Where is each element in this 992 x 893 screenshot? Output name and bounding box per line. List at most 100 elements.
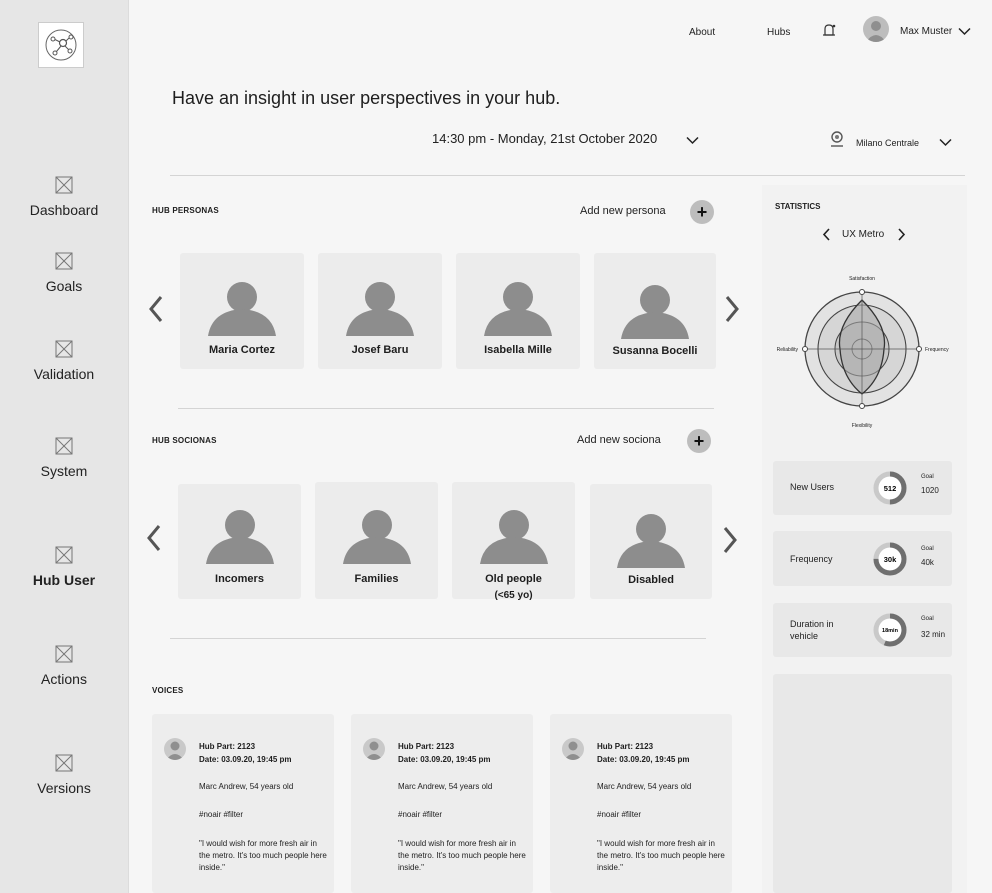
persona-card[interactable]: Josef Baru xyxy=(318,253,442,369)
placeholder-x-icon xyxy=(55,252,73,270)
voice-card[interactable]: Hub Part: 2123 Date: 03.09.20, 19:45 pm … xyxy=(351,714,533,893)
placeholder-x-icon xyxy=(55,754,73,772)
radar-chart: Satisfaction Frequency Flexibility Relia… xyxy=(777,276,950,429)
voice-card[interactable]: Hub Part: 2123 Date: 03.09.20, 19:45 pm … xyxy=(550,714,732,893)
user-name[interactable]: Max Muster xyxy=(900,26,952,37)
sidebar-item-versions[interactable]: Versions xyxy=(0,754,128,798)
voice-quote: "I would wish for more fresh air in the … xyxy=(199,839,327,872)
page-title: Have an insight in user perspectives in … xyxy=(172,88,561,108)
voice-hub-part: Hub Part: 2123 xyxy=(597,742,654,751)
stat-placeholder-card xyxy=(773,674,952,893)
stat-card-new-users[interactable]: New Users 512 Goal 1020 xyxy=(773,461,952,515)
datetime-selector[interactable]: 14:30 pm - Monday, 21st October 2020 xyxy=(432,131,657,146)
sidebar-item-label: Hub User xyxy=(32,572,96,588)
add-sociona-label[interactable]: Add new sociona xyxy=(577,434,661,446)
sidebar-item-dashboard[interactable]: Dashboard xyxy=(0,176,128,220)
placeholder-x-icon xyxy=(55,176,73,194)
placeholder-x-icon xyxy=(55,645,73,663)
sociona-name: Disabled xyxy=(628,574,674,586)
sidebar-item-system[interactable]: System xyxy=(0,437,128,481)
hub-network-icon xyxy=(45,29,77,61)
persona-name: Isabella Mille xyxy=(484,344,552,356)
section-divider xyxy=(178,408,714,409)
user-silhouette-icon xyxy=(342,510,411,564)
stat-value: 30k xyxy=(884,555,897,564)
chevron-down-icon[interactable] xyxy=(939,138,952,147)
persona-card[interactable]: Susanna Bocelli xyxy=(594,253,716,369)
voice-quote: "I would wish for more fresh air in the … xyxy=(597,839,725,872)
about-link[interactable]: About xyxy=(689,27,715,38)
statistics-metric-selector: UX Metro xyxy=(842,229,885,240)
placeholder-x-icon xyxy=(55,340,73,358)
personas-section-title: HUB PERSONAS xyxy=(152,206,219,215)
voice-author: Marc Andrew, 54 years old xyxy=(597,782,692,791)
chevron-left-icon[interactable] xyxy=(146,524,162,552)
sidebar-item-label: System xyxy=(40,463,88,479)
chevron-down-icon[interactable] xyxy=(958,27,971,36)
voice-date: Date: 03.09.20, 19:45 pm xyxy=(597,755,690,764)
stat-value: 18min xyxy=(882,628,899,634)
avatar xyxy=(164,738,186,760)
progress-ring: 18min xyxy=(873,613,907,647)
sociona-name: Incomers xyxy=(215,573,264,585)
sociona-card[interactable]: Incomers xyxy=(178,484,301,599)
add-persona-button[interactable]: + xyxy=(690,200,714,224)
voice-card[interactable]: Hub Part: 2123 Date: 03.09.20, 19:45 pm … xyxy=(152,714,334,893)
add-sociona-button[interactable]: + xyxy=(687,429,711,453)
user-silhouette-icon xyxy=(208,282,276,336)
stat-label: Frequency xyxy=(790,554,833,564)
chevron-right-icon[interactable] xyxy=(724,295,740,323)
user-silhouette-icon xyxy=(479,510,548,564)
plus-icon: + xyxy=(696,201,708,222)
sidebar-item-actions[interactable]: Actions xyxy=(0,645,128,689)
user-silhouette-icon xyxy=(205,510,274,564)
sidebar-item-label: Dashboard xyxy=(29,202,99,218)
add-persona-label[interactable]: Add new persona xyxy=(580,205,666,217)
statistics-title: STATISTICS xyxy=(775,202,821,211)
chevron-left-icon[interactable] xyxy=(822,228,831,241)
persona-card[interactable]: Maria Cortez xyxy=(180,253,304,369)
user-silhouette-icon xyxy=(166,741,184,760)
voice-date: Date: 03.09.20, 19:45 pm xyxy=(199,755,292,764)
user-silhouette-icon xyxy=(484,282,552,336)
bell-icon[interactable] xyxy=(822,23,836,39)
sidebar-item-label: Versions xyxy=(37,780,91,796)
sociona-card[interactable]: Families xyxy=(315,482,438,599)
placeholder-x-icon xyxy=(55,437,73,455)
location-selector[interactable]: Milano Centrale xyxy=(856,138,919,148)
stat-goal-title: Goal xyxy=(921,616,934,622)
sociona-card[interactable]: Disabled xyxy=(590,484,712,599)
stat-value: 512 xyxy=(884,484,897,493)
voice-author: Marc Andrew, 54 years old xyxy=(398,782,493,791)
stat-card-frequency[interactable]: Frequency 30k Goal 40k xyxy=(773,531,952,586)
progress-ring: 512 xyxy=(873,471,907,505)
voice-date: Date: 03.09.20, 19:45 pm xyxy=(398,755,491,764)
plus-icon: + xyxy=(693,430,705,451)
radar-axis-label-left: Reliability xyxy=(777,347,799,353)
sociona-card[interactable]: Old people (<65 yo) xyxy=(452,482,575,601)
chevron-right-icon[interactable] xyxy=(897,228,906,241)
sidebar: Dashboard Goals Validation System Hub Us… xyxy=(0,0,128,893)
chevron-down-icon[interactable] xyxy=(686,136,699,145)
socionas-section-title: HUB SOCIONAS xyxy=(152,436,217,445)
avatar[interactable] xyxy=(863,16,889,42)
persona-card[interactable]: Isabella Mille xyxy=(456,253,580,369)
voice-author: Marc Andrew, 54 years old xyxy=(199,782,294,791)
stat-goal-value: 32 min xyxy=(921,630,946,639)
sidebar-item-validation[interactable]: Validation xyxy=(0,340,128,384)
persona-name: Susanna Bocelli xyxy=(612,345,698,357)
user-silhouette-icon xyxy=(346,282,414,336)
stat-label: Duration in vehicle xyxy=(790,619,834,641)
hubs-link[interactable]: Hubs xyxy=(767,27,790,38)
sidebar-item-hub-user[interactable]: Hub User xyxy=(0,546,128,590)
placeholder-x-icon xyxy=(55,546,73,564)
persona-name: Maria Cortez xyxy=(208,344,276,356)
sidebar-item-label: Actions xyxy=(41,671,87,687)
sidebar-item-goals[interactable]: Goals xyxy=(0,252,128,296)
voices-section-title: VOICES xyxy=(152,686,184,695)
chevron-right-icon[interactable] xyxy=(722,526,738,554)
avatar xyxy=(562,738,584,760)
stat-card-duration[interactable]: Duration in vehicle 18min Goal 32 min xyxy=(773,603,952,657)
chevron-left-icon[interactable] xyxy=(148,295,164,323)
hub-logo[interactable] xyxy=(38,22,84,68)
